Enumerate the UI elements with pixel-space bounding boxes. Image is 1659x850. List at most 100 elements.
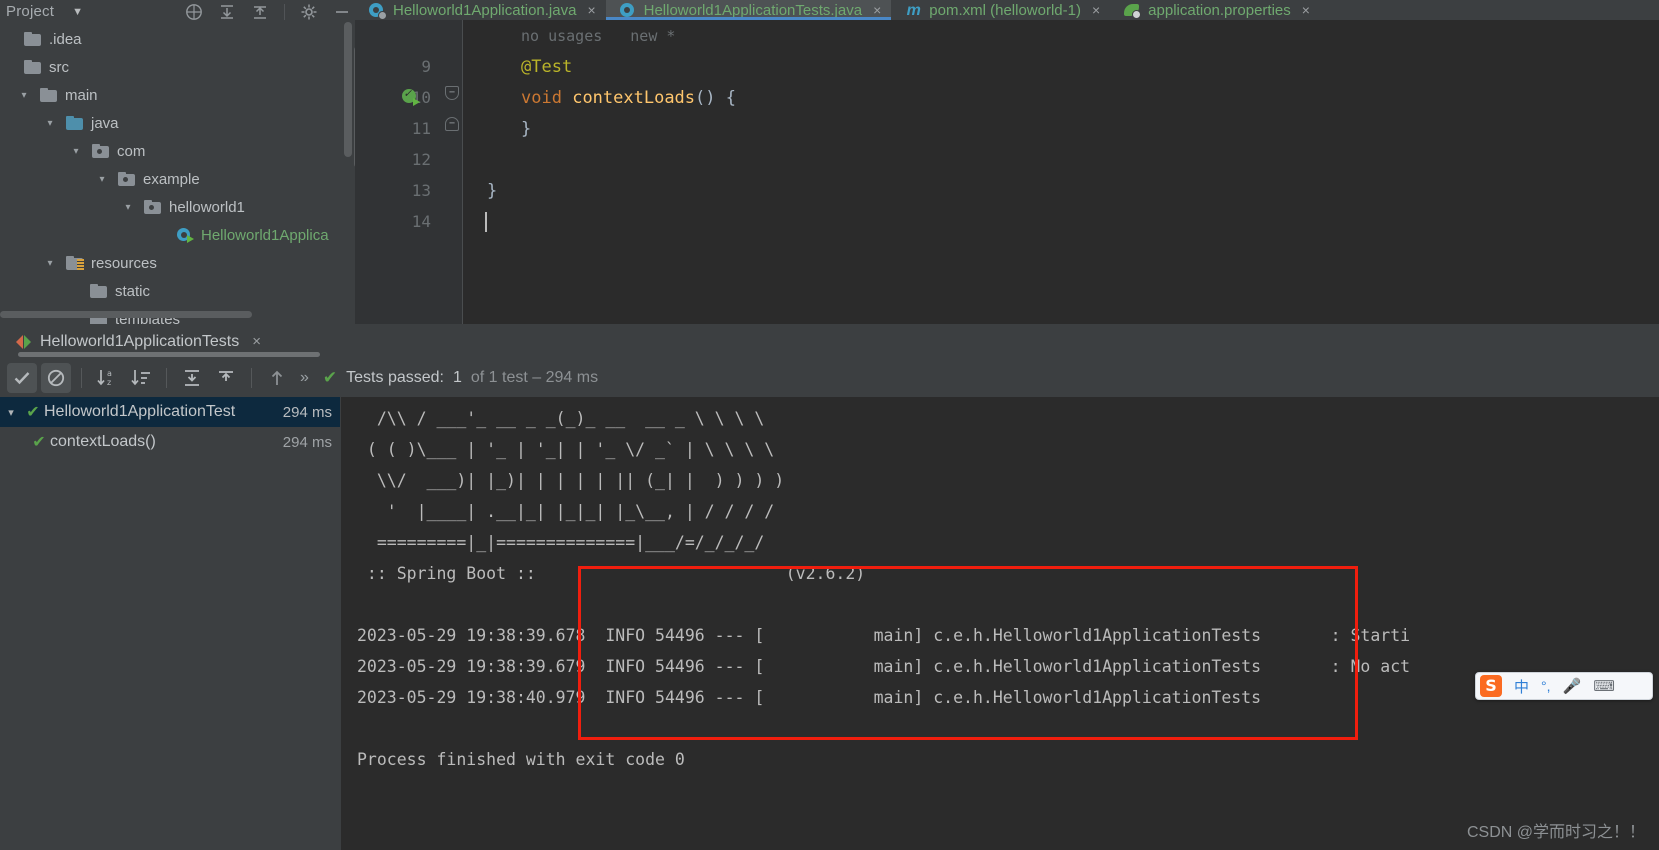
close-icon[interactable]: × [587, 2, 595, 18]
log-logger: c.e.h.Helloworld1ApplicationTests [933, 688, 1262, 707]
run-config-icon [16, 334, 31, 349]
chevron-down-icon[interactable]: ▾ [0, 406, 22, 419]
tree-node-helloworld1[interactable]: ▾ helloworld1 [0, 193, 355, 221]
test-tree-row-method[interactable]: ✔ contextLoads() 294 ms [0, 427, 340, 457]
microphone-icon[interactable]: 🎤 [1563, 677, 1582, 695]
folder-icon [40, 88, 58, 102]
tree-node-label: static [115, 282, 151, 300]
log-message: Starti [1350, 626, 1411, 645]
log-thread: [ main] [754, 688, 924, 707]
editor-tab-helloworld1application[interactable]: Helloworld1Application.java × [355, 0, 606, 20]
tree-node-idea[interactable]: ▾ .idea [0, 25, 355, 53]
hide-panel-icon[interactable] [333, 3, 351, 21]
expand-all-button[interactable] [177, 363, 207, 393]
editor-tab-helloworld1applicationtests[interactable]: Helloworld1ApplicationTests.java × [605, 0, 892, 20]
inlay-hint-new[interactable]: new * [630, 27, 675, 45]
toolbar-divider [166, 368, 167, 388]
chevron-down-icon[interactable]: ▼ [72, 6, 83, 18]
log-timestamp: 2023-05-29 19:38:40.979 [357, 688, 586, 707]
close-icon[interactable]: × [873, 2, 881, 18]
inlay-hint-usages[interactable]: no usages [521, 27, 602, 45]
collapse-all-button[interactable] [211, 363, 241, 393]
fold-collapse-icon[interactable]: − [445, 86, 459, 100]
chevron-down-icon[interactable]: ▾ [120, 202, 136, 213]
brace-token: } [521, 118, 532, 139]
brace-token: } [487, 180, 498, 201]
code-line-9: @Test [475, 51, 1659, 82]
tree-node-src[interactable]: ▾ src [0, 53, 355, 81]
folder-icon [24, 32, 42, 46]
console-output[interactable]: /\\ / ___'_ __ _ _(_)_ __ __ _ \ \ \ \ (… [341, 397, 1659, 850]
green-check-icon: ✔ [32, 434, 46, 451]
sort-alphabetically-button[interactable]: az [92, 363, 122, 393]
close-icon[interactable]: × [1302, 2, 1310, 18]
tree-node-com[interactable]: ▾ com [0, 137, 355, 165]
double-chevron-icon[interactable]: » [300, 369, 309, 387]
help-icon[interactable] [185, 3, 203, 21]
banner-line: \\/ ___)| |_)| | | | | || (_| | ) ) ) ) [357, 471, 785, 490]
java-class-run-icon [176, 227, 194, 243]
ime-punctuation-icon[interactable]: °, [1541, 678, 1551, 694]
editor-tab-pom-xml[interactable]: m pom.xml (helloworld-1) × [891, 0, 1110, 20]
chevron-down-icon[interactable]: ▾ [42, 258, 58, 269]
annotation-token: @Test [521, 56, 573, 77]
project-tree[interactable]: ▾ .idea ▾ src ▾ main ▾ java [0, 23, 355, 324]
sogou-logo-icon[interactable]: S [1480, 675, 1502, 697]
method-name-token: contextLoads [572, 87, 696, 108]
tree-node-resources[interactable]: ▾ resources [0, 249, 355, 277]
close-icon[interactable]: × [252, 333, 261, 350]
banner-line: ( ( )\___ | '_ | '_| | '_ \/ _` | \ \ \ … [357, 440, 775, 459]
show-passed-toggle[interactable] [7, 363, 37, 393]
settings-gear-icon[interactable] [300, 3, 318, 21]
fold-collapse-end-icon[interactable]: − [445, 117, 459, 131]
editor-fold-strip[interactable]: − − [441, 20, 463, 324]
keyboard-icon[interactable]: ⌨ [1593, 677, 1615, 695]
editor-gutter[interactable]: 9 10 11 12 13 14 [355, 20, 441, 324]
toolbar-divider [251, 368, 252, 388]
tree-node-java[interactable]: ▾ java [0, 109, 355, 137]
log-level: INFO [605, 626, 646, 645]
run-test-icon[interactable] [402, 86, 420, 106]
ime-floating-bar[interactable]: S 中 °, 🎤 ⌨ [1475, 672, 1653, 700]
tree-node-label: src [49, 58, 69, 76]
log-thread: [ main] [754, 626, 924, 645]
close-icon[interactable]: × [1092, 2, 1100, 18]
collapse-all-icon[interactable] [251, 3, 269, 21]
editor-tab-label: application.properties [1148, 1, 1291, 19]
ime-mode-label[interactable]: 中 [1514, 676, 1529, 697]
previous-occurrence-button[interactable] [262, 363, 292, 393]
project-vertical-scrollbar[interactable] [344, 22, 352, 157]
tree-node-label: java [91, 114, 119, 132]
chevron-down-icon[interactable]: ▾ [68, 146, 84, 157]
chevron-down-icon[interactable]: ▾ [16, 90, 32, 101]
chevron-down-icon[interactable]: ▾ [42, 118, 58, 129]
editor-tab-application-properties[interactable]: application.properties × [1110, 0, 1320, 20]
log-line: 2023-05-29 19:38:39.678 INFO 54496 --- [… [341, 620, 1659, 651]
sort-by-duration-button[interactable] [126, 363, 156, 393]
tree-node-helloworld1application[interactable]: Helloworld1Applica [0, 221, 355, 249]
editor-code-column[interactable]: no usages new * @Test void contextLoads(… [463, 20, 1659, 324]
gutter-line-12: 12 [411, 150, 431, 169]
expand-all-icon[interactable] [218, 3, 236, 21]
gutter-line-13: 13 [411, 181, 431, 200]
project-horizontal-scrollbar[interactable] [0, 311, 252, 318]
chevron-down-icon[interactable]: ▾ [94, 174, 110, 185]
banner-line: ' |____| .__|_| |_|_| |_\__, | / / / / [357, 502, 775, 521]
spring-boot-version-line: :: Spring Boot :: (v2.6.2) [341, 558, 1659, 589]
tree-node-static[interactable]: static [0, 277, 355, 305]
code-editor[interactable]: 9 10 11 12 13 14 − − no usages new * [354, 20, 1659, 324]
tree-node-example[interactable]: ▾ example [0, 165, 355, 193]
tree-node-label: main [65, 86, 98, 104]
test-tree-row-class[interactable]: ▾ ✔ Helloworld1ApplicationTest 294 ms [0, 397, 340, 427]
tree-node-main[interactable]: ▾ main [0, 81, 355, 109]
log-timestamp: 2023-05-29 19:38:39.679 [357, 657, 586, 676]
editor-tab-label: Helloworld1ApplicationTests.java [643, 1, 863, 19]
project-panel-header: Project ▼ [0, 0, 355, 23]
test-status-line: ✔ Tests passed: 1 of 1 test – 294 ms [323, 368, 598, 388]
show-ignored-toggle[interactable] [41, 363, 71, 393]
tree-node-label: example [143, 170, 200, 188]
banner-line: /\\ / ___'_ __ _ _(_)_ __ __ _ \ \ \ \ [357, 409, 765, 428]
test-results-tree[interactable]: ▾ ✔ Helloworld1ApplicationTest 294 ms ✔ … [0, 397, 340, 850]
tree-node-label: com [117, 142, 146, 160]
